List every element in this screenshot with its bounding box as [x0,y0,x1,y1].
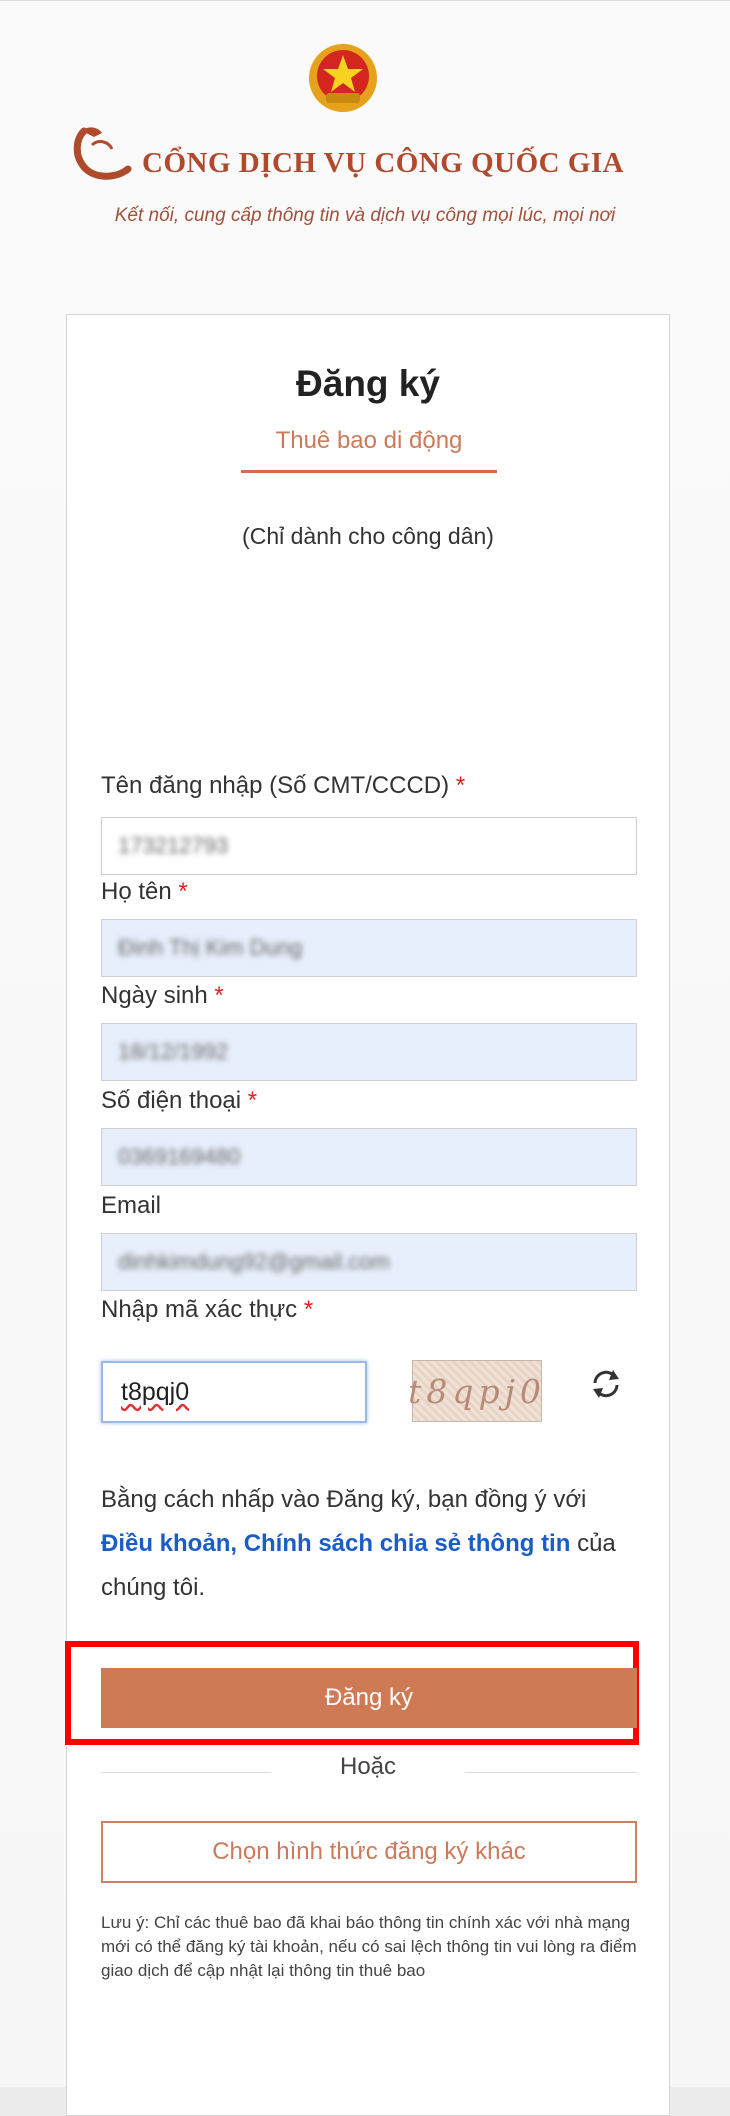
captcha-label: Nhập mã xác thực * [101,1296,313,1324]
captcha-input-value: t8pqj0 [121,1377,190,1406]
username-value: 173212793 [118,833,229,858]
refresh-captcha-icon[interactable] [587,1365,625,1403]
required-mark: * [455,772,466,799]
dob-label-text: Ngày sinh [101,982,208,1009]
citizen-only-note: (Chỉ dành cho công dân) [242,523,494,549]
footnote-text: Lưu ý: Chỉ các thuê bao đã khai báo thôn… [101,1913,637,1980]
username-label-text: Tên đăng nhập (Số CMT/CCCD) [101,772,450,799]
other-registration-button[interactable]: Chọn hình thức đăng ký khác [101,1821,637,1883]
fullname-value: Đinh Thị Kim Dung [118,935,303,960]
or-label: Hoặc [339,1753,397,1780]
phone-label-text: Số điện thoại [101,1087,242,1114]
site-slogan: Kết nối, cung cấp thông tin và dịch vụ c… [114,205,616,226]
site-title: CỔNG DỊCH VỤ CÔNG QUỐC GIA [142,147,625,179]
captcha-image: t8qpj0 [408,1360,542,1422]
terms-text: Bằng cách nhấp vào Đăng ký, bạn đồng ý v… [101,1478,641,1610]
captcha-label-text: Nhập mã xác thực [101,1296,298,1323]
email-label-text: Email [101,1192,162,1219]
required-mark: * [303,1296,314,1323]
username-label: Tên đăng nhập (Số CMT/CCCD) * [101,772,465,800]
site-brand[interactable]: CỔNG DỊCH VỤ CÔNG QUỐC GIA [72,121,632,181]
dob-label: Ngày sinh * [101,982,224,1010]
page: CỔNG DỊCH VỤ CÔNG QUỐC GIA Kết nối, cung… [0,0,730,2116]
dob-value: 18/12/1992 [118,1039,229,1064]
national-emblem-icon [309,44,377,112]
fullname-label-text: Họ tên [101,878,172,905]
username-field[interactable]: 173212793 [101,817,637,875]
phone-value: 0369169480 [118,1144,241,1169]
register-button[interactable]: Đăng ký [101,1668,637,1728]
email-label: Email [101,1192,161,1220]
required-mark: * [178,878,188,905]
captcha-input[interactable]: t8pqj0 [101,1361,367,1423]
page-title: Đăng ký [296,363,440,404]
register-card: Đăng ký Thuê bao di động (Chỉ dành cho c… [65,314,670,2116]
fullname-field[interactable]: Đinh Thị Kim Dung [101,919,637,977]
dragon-logo-icon [73,127,132,180]
required-mark: * [214,982,224,1009]
tab-mobile-subscriber[interactable]: Thuê bao di động [241,427,497,473]
email-field[interactable]: dinhkimdung92@gmail.com [101,1233,637,1291]
terms-prefix: Bằng cách nhấp vào Đăng ký, bạn đồng ý v… [101,1486,587,1513]
required-mark: * [247,1087,258,1114]
phone-field[interactable]: 0369169480 [101,1128,637,1186]
phone-label: Số điện thoại * [101,1087,257,1115]
dob-field[interactable]: 18/12/1992 [101,1023,637,1081]
email-value: dinhkimdung92@gmail.com [118,1249,390,1274]
terms-link[interactable]: Điều khoản, Chính sách chia sẻ thông tin [101,1530,570,1557]
fullname-label: Họ tên * [101,878,188,906]
